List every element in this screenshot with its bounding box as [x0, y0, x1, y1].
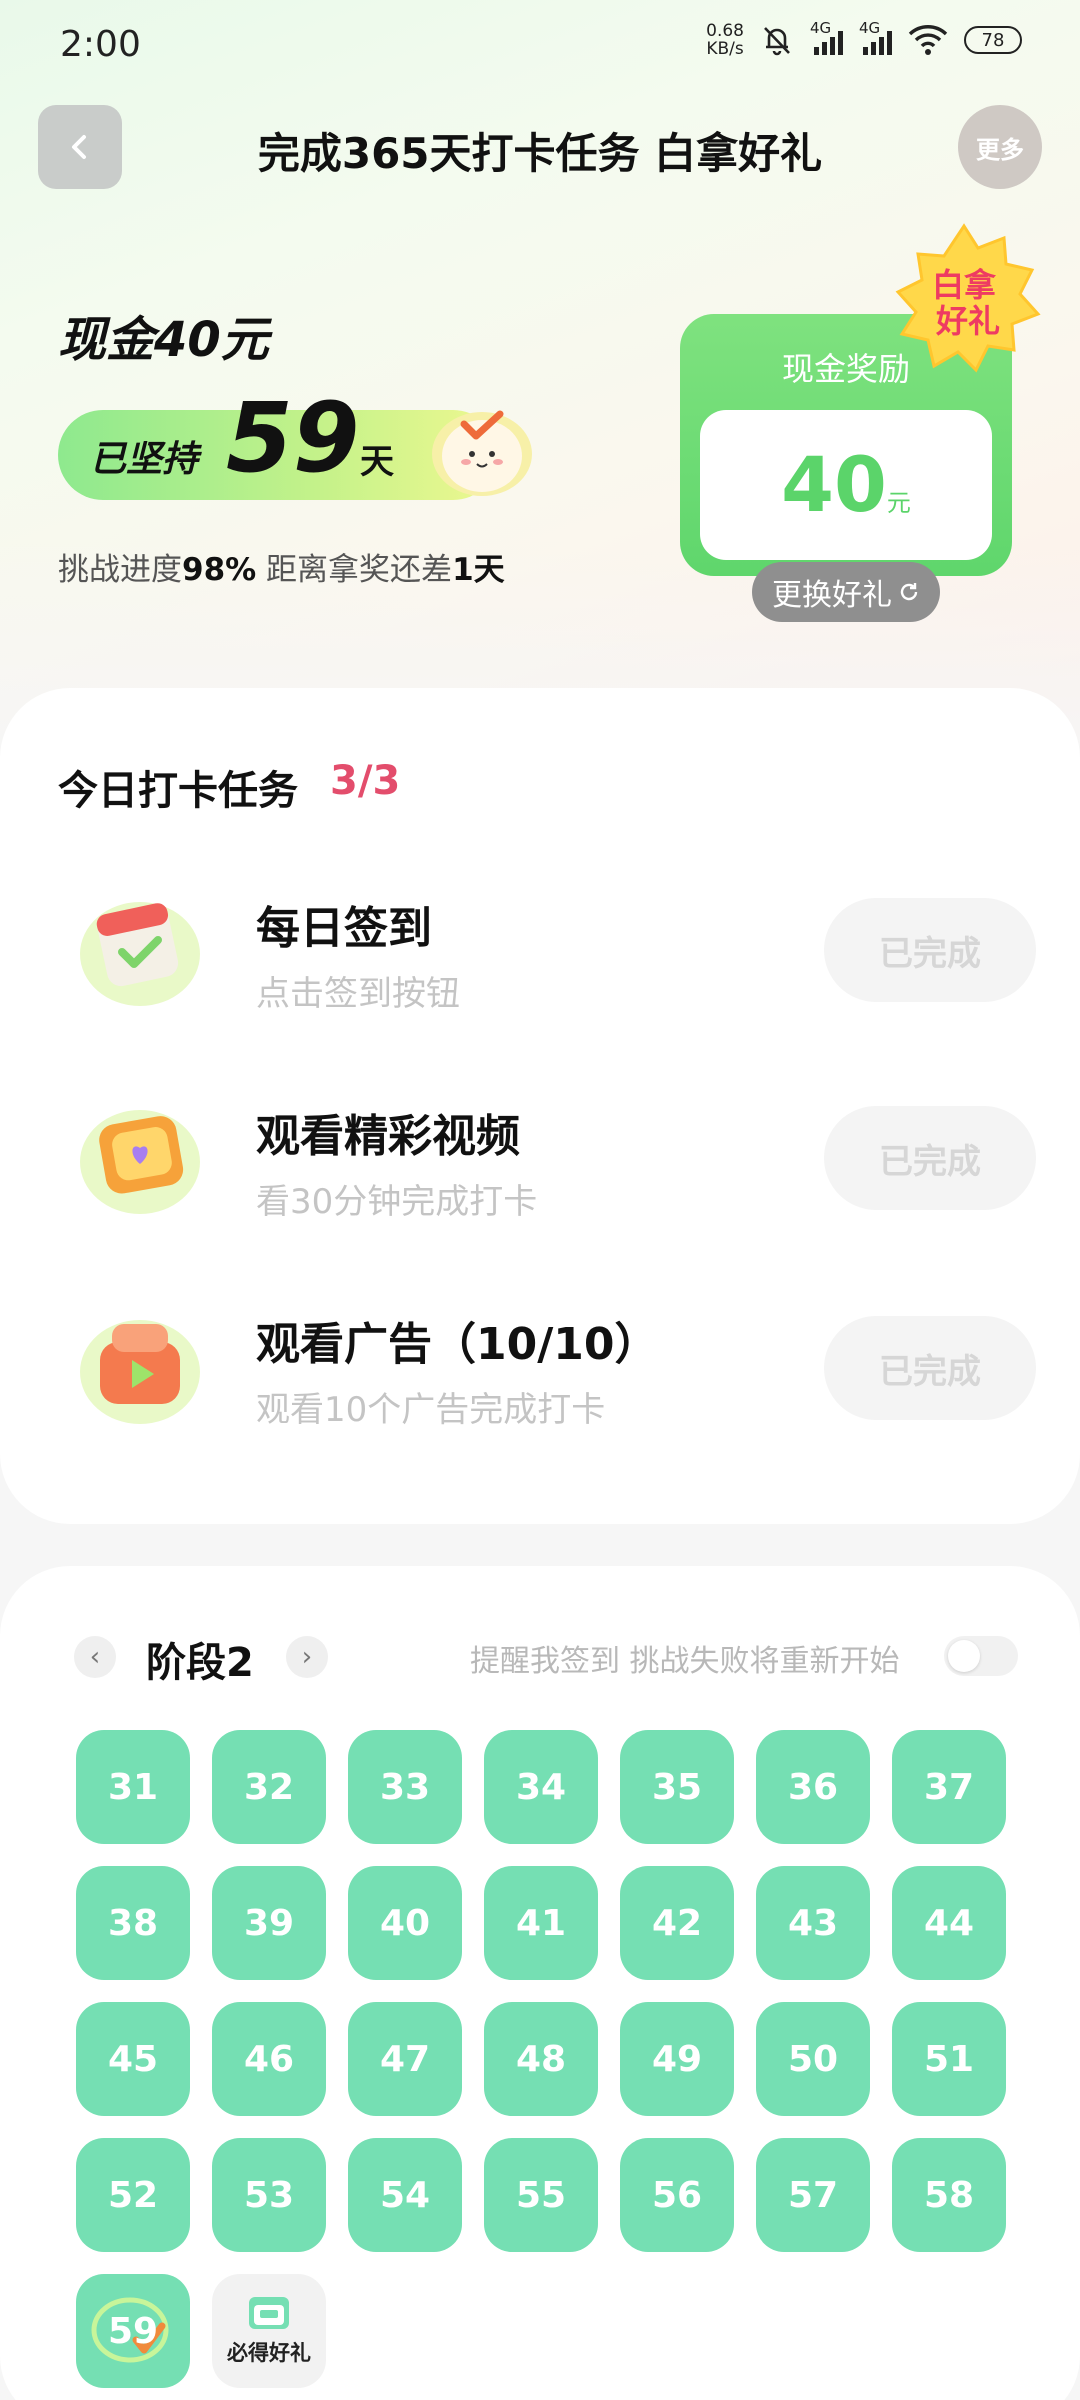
status-icons: 0.68 KB/s 4G 4G 78 — [706, 19, 1022, 59]
day-cell[interactable]: 53 — [212, 2138, 326, 2252]
day-cell[interactable]: 33 — [348, 1730, 462, 1844]
day-cell[interactable]: 52 — [76, 2138, 190, 2252]
stage-next-button[interactable]: › — [286, 1636, 328, 1678]
reward-amount: 40元 — [781, 440, 911, 529]
day-cell[interactable]: 35 — [620, 1730, 734, 1844]
streak-prefix: 已坚持 — [90, 439, 199, 480]
day-cell[interactable]: 56 — [620, 2138, 734, 2252]
status-time: 2:00 — [60, 24, 141, 65]
day-grid: 31 32 33 34 35 36 37 38 39 40 41 42 43 4… — [76, 1730, 1006, 2388]
cash-reward-title: 现金40元 — [58, 312, 269, 368]
day-cell[interactable]: 31 — [76, 1730, 190, 1844]
day-cell[interactable]: 46 — [212, 2002, 326, 2116]
gift-calendar-icon — [249, 2297, 289, 2329]
wifi-icon — [908, 25, 948, 55]
page-title: 完成365天打卡任务 白拿好礼 — [257, 129, 823, 178]
day-cell[interactable]: 41 — [484, 1866, 598, 1980]
day-cell[interactable]: 32 — [212, 1730, 326, 1844]
day-cell[interactable]: 36 — [756, 1730, 870, 1844]
day-cell[interactable]: 51 — [892, 2002, 1006, 2116]
status-bar: 2:00 0.68 KB/s 4G 4G 78 — [0, 0, 1080, 90]
chevron-left-icon — [72, 135, 86, 159]
ad-play-icon — [80, 1320, 200, 1424]
day-cell[interactable]: 39 — [212, 1866, 326, 1980]
network-speed: 0.68 KB/s — [706, 21, 744, 59]
day-cell[interactable]: 42 — [620, 1866, 734, 1980]
reminder-text: 提醒我签到 挑战失败将重新开始 — [470, 1644, 900, 1679]
stage-prev-button[interactable]: ‹ — [74, 1636, 116, 1678]
day-cell[interactable]: 45 — [76, 2002, 190, 2116]
tasks-heading: 今日打卡任务 — [58, 768, 298, 814]
reminder-toggle[interactable] — [944, 1636, 1018, 1676]
day-cell[interactable]: 54 — [348, 2138, 462, 2252]
streak-suffix: 天 — [360, 442, 394, 482]
badge-line2: 好礼 — [935, 302, 1000, 340]
task-subtitle-watch-ads: 观看10个广告完成打卡 — [256, 1390, 606, 1430]
change-gift-button[interactable]: 更换好礼 — [752, 562, 940, 622]
day-cell[interactable]: 37 — [892, 1730, 1006, 1844]
day-cell[interactable]: 44 — [892, 1866, 1006, 1980]
stage-label: 阶段2 — [146, 1640, 254, 1686]
day-cell[interactable]: 57 — [756, 2138, 870, 2252]
day-cell[interactable]: 38 — [76, 1866, 190, 1980]
task-subtitle-daily-checkin: 点击签到按钮 — [256, 974, 460, 1014]
task-title-watch-ads: 观看广告（10/10） — [256, 1319, 659, 1370]
signal-sim1-icon: 4G — [810, 19, 843, 55]
signal-sim2-icon: 4G — [859, 19, 892, 55]
task-title-watch-video: 观看精彩视频 — [256, 1111, 520, 1162]
day-cell-today[interactable]: 59 — [76, 2274, 190, 2388]
back-button[interactable] — [38, 105, 122, 189]
bell-muted-icon — [764, 27, 790, 56]
day-cell[interactable]: 58 — [892, 2138, 1006, 2252]
chevron-left-icon: ‹ — [89, 1642, 101, 1672]
task-title-daily-checkin: 每日签到 — [256, 903, 432, 954]
day-cell[interactable]: 34 — [484, 1730, 598, 1844]
day-cell[interactable]: 48 — [484, 2002, 598, 2116]
guaranteed-gift-cell[interactable]: 必得好礼 — [212, 2274, 326, 2388]
calendar-icon — [80, 902, 200, 1006]
more-button[interactable]: 更多 — [958, 105, 1042, 189]
gift-badge: 白拿 好礼 — [895, 223, 1041, 373]
tasks-count: 3/3 — [330, 758, 401, 804]
refresh-icon — [900, 583, 918, 601]
day-cell[interactable]: 47 — [348, 2002, 462, 2116]
day-cell[interactable]: 40 — [348, 1866, 462, 1980]
day-cell[interactable]: 43 — [756, 1866, 870, 1980]
today-number: 59 — [107, 2310, 159, 2352]
task-button-watch-video[interactable]: 已完成 — [824, 1106, 1036, 1210]
streak-days: 59 — [226, 382, 360, 494]
video-icon — [80, 1110, 200, 1214]
day-cell[interactable]: 50 — [756, 2002, 870, 2116]
task-button-daily-checkin[interactable]: 已完成 — [824, 898, 1036, 1002]
task-subtitle-watch-video: 看30分钟完成打卡 — [256, 1182, 538, 1222]
task-button-watch-ads[interactable]: 已完成 — [824, 1316, 1036, 1420]
chevron-right-icon: › — [301, 1642, 313, 1672]
challenge-progress: 挑战进度98% 距离拿奖还差1天 — [58, 552, 505, 588]
day-cell[interactable]: 55 — [484, 2138, 598, 2252]
day-cell[interactable]: 49 — [620, 2002, 734, 2116]
badge-line1: 白拿 — [932, 266, 996, 304]
gift-label: 必得好礼 — [227, 2341, 311, 2365]
battery-icon: 78 — [964, 26, 1022, 54]
mascot-icon — [432, 410, 532, 496]
